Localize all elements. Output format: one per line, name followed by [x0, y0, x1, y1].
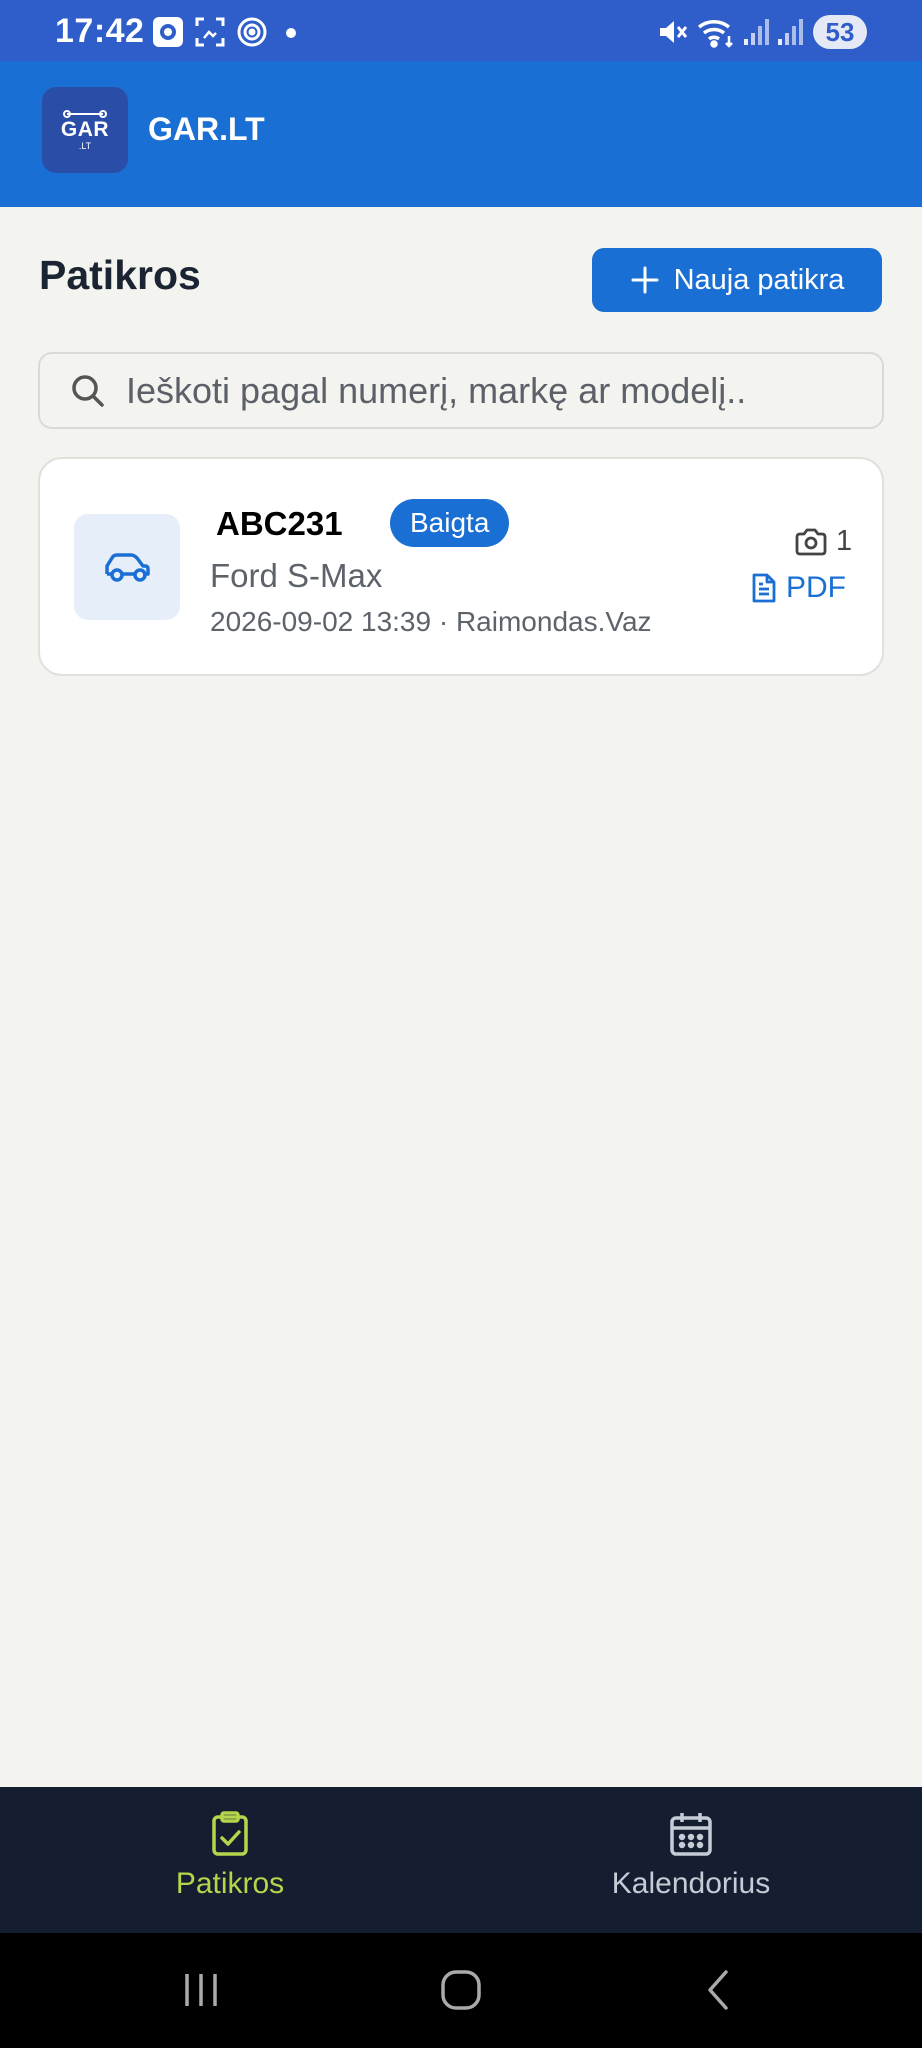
photo-count: 1 [794, 525, 852, 558]
nav-label-kalendorius: Kalendorius [611, 1867, 771, 1900]
camera-app-icon [152, 16, 184, 48]
nav-item-kalendorius[interactable]: Kalendorius [561, 1811, 821, 1901]
page-title: Patikros [39, 252, 201, 298]
pdf-link[interactable]: PDF [750, 571, 846, 605]
car-icon [105, 553, 150, 582]
app-logo[interactable]: GAR .LT [42, 87, 128, 173]
photo-count-value: 1 [836, 525, 853, 557]
inspection-card[interactable]: ABC231 Baigta Ford S-Max 2026-09-02 13:3… [38, 457, 884, 676]
pdf-label: PDF [786, 571, 846, 604]
battery-icon: 53 [813, 15, 867, 49]
clipboard-check-icon [212, 1811, 248, 1856]
logo-sub: .LT [78, 141, 92, 151]
wifi-icon [696, 16, 736, 48]
search-icon [70, 373, 106, 409]
back-icon [708, 1970, 728, 2010]
new-inspection-label: Nauja patikra [673, 263, 845, 296]
plus-icon [631, 266, 659, 294]
bottom-nav: Patikros Kalendorius [0, 1787, 922, 1933]
plate-number: ABC231 [216, 505, 343, 542]
nfc-icon [236, 16, 268, 48]
search-box[interactable] [38, 352, 884, 429]
screenshot-icon [194, 16, 226, 48]
inspection-meta: 2026-09-02 13:39 · Raimondas.Vaz [210, 606, 652, 637]
vehicle-model: Ford S-Max [210, 557, 383, 594]
search-input[interactable] [126, 369, 856, 412]
status-bar: 17:42 53 [0, 0, 922, 61]
signal-icon [740, 16, 772, 48]
calendar-icon [670, 1813, 712, 1856]
home-button[interactable] [431, 1965, 491, 2015]
home-icon [441, 1970, 481, 2010]
status-time: 17:42 [55, 12, 145, 50]
recents-icon [185, 1974, 217, 2006]
vehicle-thumbnail [74, 514, 180, 620]
dot-icon [286, 28, 296, 38]
signal-icon [774, 16, 806, 48]
system-nav-bar [0, 1933, 922, 2048]
app-title: GAR.LT [148, 111, 265, 147]
camera-icon [795, 528, 827, 555]
nav-label-patikros: Patikros [175, 1867, 285, 1900]
recents-button[interactable] [171, 1965, 231, 2015]
mute-icon [656, 16, 688, 48]
status-badge: Baigta [390, 499, 510, 547]
app-bar: GAR .LT GAR.LT [0, 61, 922, 207]
battery-level: 53 [825, 16, 855, 47]
document-icon [752, 573, 776, 603]
logo-text: GAR [60, 118, 110, 141]
nav-item-patikros[interactable]: Patikros [100, 1811, 360, 1901]
back-button[interactable] [688, 1965, 748, 2015]
new-inspection-button[interactable]: Nauja patikra [592, 248, 882, 312]
